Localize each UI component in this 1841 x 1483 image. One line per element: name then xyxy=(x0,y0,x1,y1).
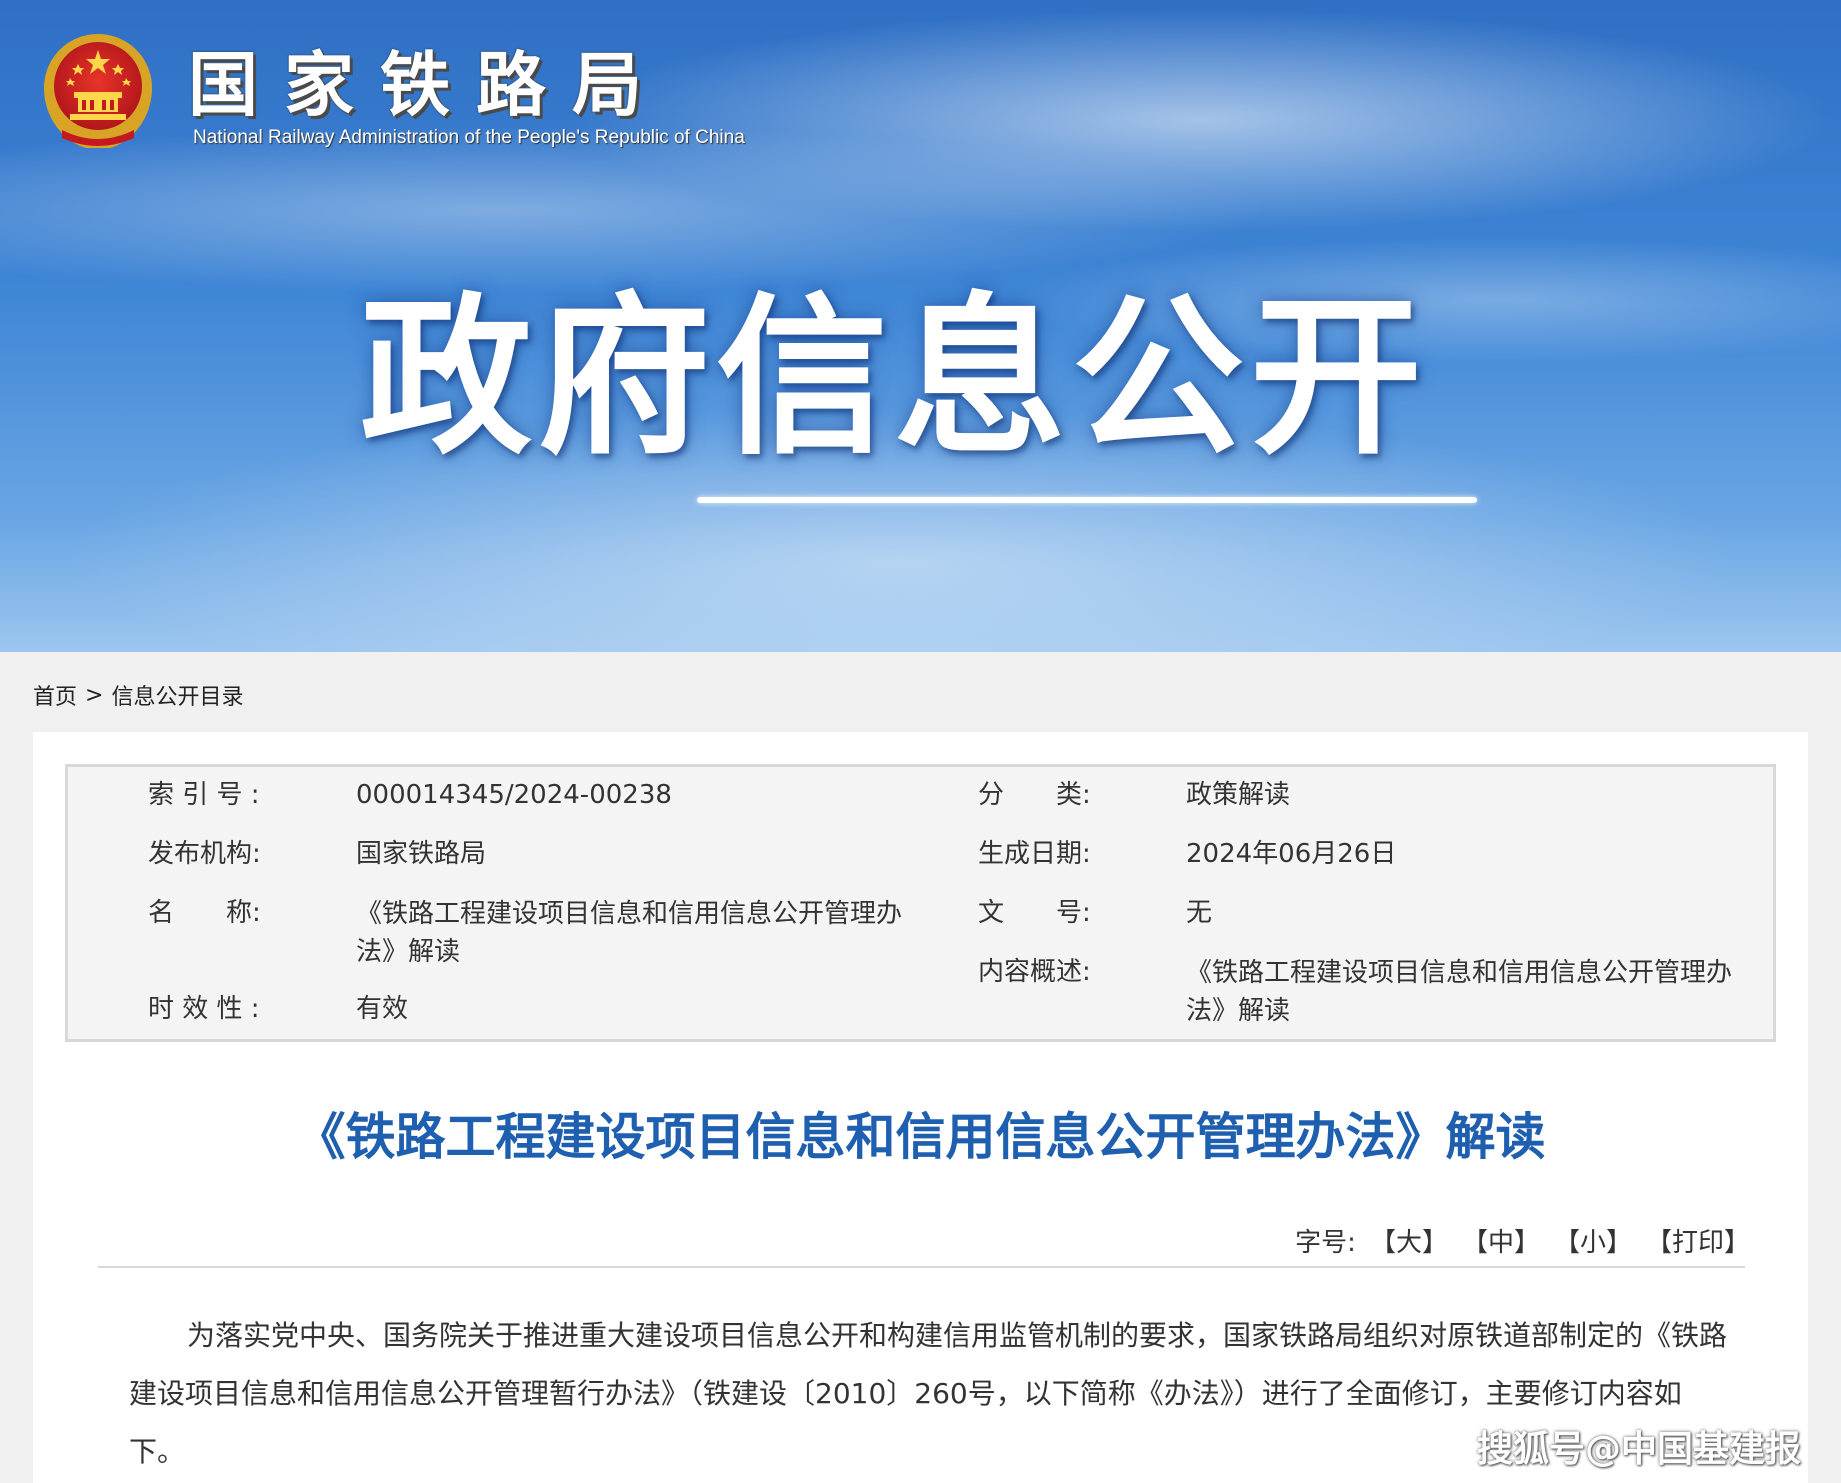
breadcrumb: 首页 > 信息公开目录 xyxy=(33,679,243,711)
org-name-cn: 国家铁路局 xyxy=(188,44,668,126)
org-name-en: National Railway Administration of the P… xyxy=(193,127,745,148)
meta-publisher-label: 发布机构: xyxy=(148,839,261,869)
national-emblem-icon[interactable] xyxy=(40,30,156,152)
font-size-tools: 字号: 【大】 【中】 【小】 【打印】 xyxy=(1295,1222,1750,1259)
meta-publisher-value: 国家铁路局 xyxy=(356,839,487,869)
meta-date-label: 生成日期: xyxy=(978,839,1091,869)
breadcrumb-current-link[interactable]: 信息公开目录 xyxy=(111,679,243,711)
article-title: 《铁路工程建设项目信息和信用信息公开管理办法》解读 xyxy=(295,1108,1546,1166)
header-banner: 国家铁路局 National Railway Administration of… xyxy=(0,0,1841,652)
font-large-button[interactable]: 【大】 xyxy=(1370,1222,1448,1259)
document-meta-box: 索 引 号 : 000014345/2024-00238 分 类: 政策解读 发… xyxy=(65,764,1776,1042)
meta-summary-value: 《铁路工程建设项目信息和信用信息公开管理办法》解读 xyxy=(1186,958,1733,1026)
font-medium-button[interactable]: 【中】 xyxy=(1462,1222,1540,1259)
print-button[interactable]: 【打印】 xyxy=(1646,1222,1750,1259)
meta-index-label: 索 引 号 : xyxy=(148,780,260,810)
meta-category-label: 分 类: xyxy=(978,780,1091,810)
meta-index-value: 000014345/2024-00238 xyxy=(356,780,672,810)
font-small-button[interactable]: 【小】 xyxy=(1554,1222,1632,1259)
meta-validity-value: 有效 xyxy=(356,994,409,1024)
meta-summary-label: 内容概述: xyxy=(978,957,1091,987)
breadcrumb-separator: > xyxy=(85,682,104,708)
meta-docno-value: 无 xyxy=(1186,898,1213,928)
meta-category-value: 政策解读 xyxy=(1186,780,1291,810)
banner-underline xyxy=(697,497,1477,503)
content-panel: 索 引 号 : 000014345/2024-00238 分 类: 政策解读 发… xyxy=(33,732,1808,1483)
breadcrumb-home-link[interactable]: 首页 xyxy=(33,679,77,711)
banner-title: 政府信息公开 xyxy=(360,277,1428,478)
font-size-label: 字号: xyxy=(1295,1228,1356,1258)
meta-date-value: 2024年06月26日 xyxy=(1186,839,1397,869)
meta-docno-label: 文 号: xyxy=(978,898,1091,928)
meta-validity-label: 时 效 性 : xyxy=(148,994,260,1024)
meta-name-value: 《铁路工程建设项目信息和信用信息公开管理办法》解读 xyxy=(356,899,903,967)
meta-name-label: 名 称: xyxy=(148,898,261,928)
article-divider xyxy=(98,1266,1745,1268)
watermark: 搜狐号@中国基建报 xyxy=(1476,1429,1801,1470)
